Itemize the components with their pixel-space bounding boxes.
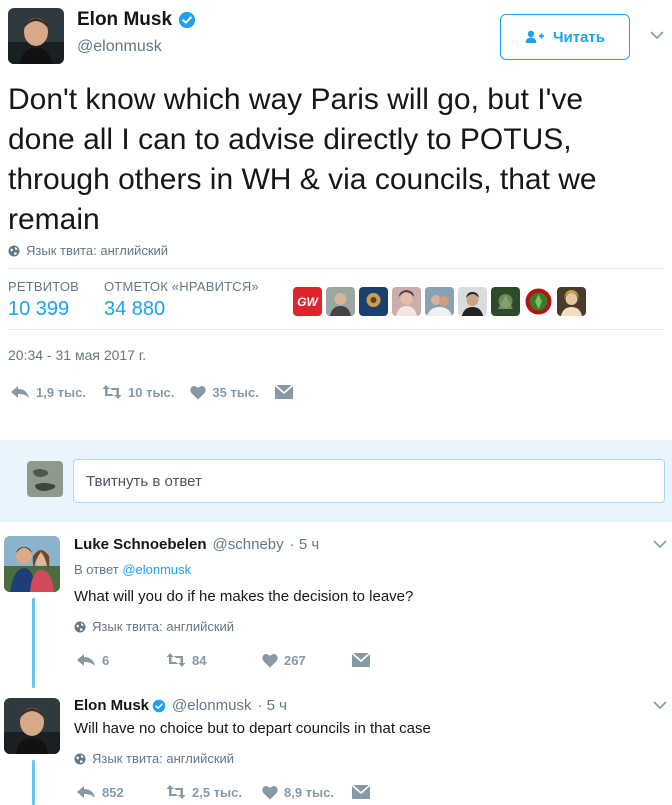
- heart-icon: [190, 385, 207, 399]
- direct-message-button[interactable]: [352, 653, 370, 667]
- reply-time[interactable]: · 5 ч: [290, 536, 320, 553]
- retweet-icon: [166, 785, 186, 799]
- retweet-icon: [102, 385, 122, 399]
- tweet-actions: 1,9 тыс. 10 тыс. 35 тыс.: [10, 384, 293, 400]
- like-count: 35 тыс.: [212, 384, 259, 400]
- reply-author-name[interactable]: Elon Musk: [74, 697, 149, 714]
- divider: [8, 329, 664, 330]
- reply-time[interactable]: · 5 ч: [257, 697, 287, 714]
- divider: [8, 268, 664, 269]
- author-name-row: Elon Musk: [77, 9, 196, 31]
- like-button[interactable]: 35 тыс.: [190, 384, 259, 400]
- direct-message-button[interactable]: [274, 385, 293, 399]
- in-reply-to: В ответ @elonmusk: [74, 562, 191, 577]
- envelope-icon: [274, 385, 293, 399]
- author-name[interactable]: Elon Musk: [77, 9, 172, 31]
- language-info: Язык твита: английский: [74, 619, 234, 634]
- reply-count: 1,9 тыс.: [36, 384, 86, 400]
- reply-input[interactable]: [73, 459, 665, 503]
- likes-stat-label: ОТМЕТОК «НРАВИТСЯ»: [104, 279, 259, 294]
- likers-avatars: GW: [293, 287, 586, 316]
- retweet-button[interactable]: 84: [166, 652, 262, 668]
- follow-button-label: Читать: [552, 28, 606, 46]
- thread-line: [32, 598, 35, 688]
- reply-actions: 6 84 267: [76, 652, 370, 668]
- language-label[interactable]: Язык твита: английский: [92, 619, 234, 634]
- language-label[interactable]: Язык твита: английский: [26, 243, 168, 258]
- avatar[interactable]: [8, 8, 64, 64]
- liker-avatar[interactable]: [392, 287, 421, 316]
- reply-header: Elon Musk @elonmusk · 5 ч: [74, 697, 287, 714]
- like-count: 8,9 тыс.: [284, 784, 334, 800]
- reply-icon: [77, 654, 95, 666]
- language-info: Язык твита: английский: [8, 243, 168, 258]
- chevron-down-icon[interactable]: [653, 700, 667, 710]
- author-handle[interactable]: @elonmusk: [77, 38, 162, 56]
- reply-text: What will you do if he makes the decisio…: [74, 588, 414, 605]
- liker-avatar[interactable]: [458, 287, 487, 316]
- gw-badge-label: GW: [297, 294, 318, 309]
- globe-icon: [8, 245, 20, 256]
- retweet-count: 10 тыс.: [128, 384, 175, 400]
- reply-header: Luke Schnoebelen @schneby · 5 ч: [74, 536, 319, 553]
- likes-stat-value: 34 880: [104, 298, 166, 320]
- verified-badge-icon: [152, 699, 166, 712]
- chevron-down-icon[interactable]: [653, 539, 667, 549]
- tweet-text: Don't know which way Paris will go, but …: [8, 83, 597, 236]
- tweet-timestamp[interactable]: 20:34 - 31 мая 2017 г.: [8, 347, 146, 363]
- verified-badge-icon: [178, 11, 196, 29]
- follow-button[interactable]: Читать: [500, 14, 630, 60]
- envelope-icon: [352, 653, 370, 667]
- globe-icon: [74, 621, 86, 632]
- language-label[interactable]: Язык твита: английский: [92, 751, 234, 766]
- liker-avatar[interactable]: [326, 287, 355, 316]
- retweet-count: 2,5 тыс.: [192, 784, 242, 800]
- reply-button[interactable]: 852: [76, 784, 166, 800]
- envelope-icon: [352, 785, 370, 799]
- retweet-button[interactable]: 2,5 тыс.: [166, 784, 262, 800]
- retweets-stat-label: РЕТВИТОВ: [8, 279, 80, 294]
- current-user-avatar[interactable]: [27, 461, 63, 497]
- liker-avatar[interactable]: GW: [293, 287, 322, 316]
- liker-avatar[interactable]: [491, 287, 520, 316]
- reply-author-name[interactable]: Luke Schnoebelen: [74, 536, 207, 553]
- avatar[interactable]: [4, 536, 60, 592]
- liker-avatar[interactable]: [557, 287, 586, 316]
- in-reply-to-prefix: В ответ: [74, 562, 119, 577]
- reply-button[interactable]: 6: [76, 652, 166, 668]
- reply-count: 852: [102, 784, 124, 800]
- in-reply-to-link[interactable]: @elonmusk: [122, 562, 191, 577]
- chevron-down-icon[interactable]: [650, 30, 664, 40]
- add-user-icon: [525, 30, 544, 43]
- liker-avatar[interactable]: [524, 287, 553, 316]
- retweets-stat[interactable]: РЕТВИТОВ 10 399: [8, 279, 79, 321]
- liker-avatar[interactable]: [359, 287, 388, 316]
- reply-author-handle[interactable]: @schneby: [213, 536, 284, 553]
- like-button[interactable]: 267: [262, 653, 352, 668]
- likes-stat[interactable]: ОТМЕТОК «НРАВИТСЯ» 34 880: [104, 279, 259, 321]
- like-button[interactable]: 8,9 тыс.: [262, 785, 352, 800]
- thread-line: [32, 760, 35, 805]
- reply-author-handle[interactable]: @elonmusk: [172, 697, 251, 714]
- heart-icon: [262, 785, 278, 799]
- reply-icon: [11, 386, 29, 398]
- retweet-icon: [166, 653, 186, 667]
- reply-text: Will have no choice but to depart counci…: [74, 720, 431, 737]
- retweet-count: 84: [192, 652, 207, 668]
- avatar[interactable]: [4, 698, 60, 754]
- language-info: Язык твита: английский: [74, 751, 234, 766]
- retweet-button[interactable]: 10 тыс.: [102, 384, 174, 400]
- retweets-stat-value: 10 399: [8, 298, 70, 320]
- like-count: 267: [284, 652, 306, 668]
- reply-button[interactable]: 1,9 тыс.: [10, 384, 86, 400]
- heart-icon: [262, 653, 278, 667]
- reply-count: 6: [102, 652, 110, 668]
- direct-message-button[interactable]: [352, 785, 370, 799]
- reply-icon: [77, 786, 95, 798]
- globe-icon: [74, 753, 86, 764]
- liker-avatar[interactable]: [425, 287, 454, 316]
- reply-actions: 852 2,5 тыс. 8,9 тыс.: [76, 784, 370, 800]
